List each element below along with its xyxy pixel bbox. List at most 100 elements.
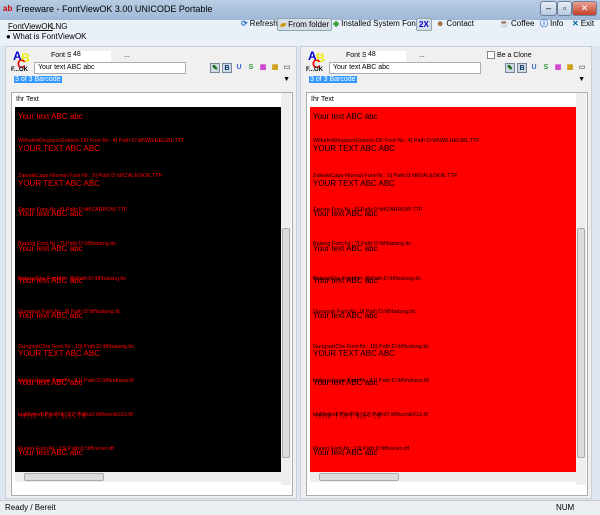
horizontal-scrollbar[interactable] xyxy=(310,472,578,482)
status-bar: Ready / Bereit NUM xyxy=(0,500,600,515)
exit-label: Exit xyxy=(580,19,595,28)
preview-canvas: Your text ABC abc WilhelmKlingsporGotisc… xyxy=(15,107,283,472)
coffee-icon: ☕ xyxy=(499,19,509,28)
contact-label: Contact xyxy=(446,19,474,28)
font-sample: Your text ABC abc xyxy=(313,378,378,387)
font-sample: Your text ABC abc xyxy=(18,112,83,121)
font-group-select[interactable]: 3 of 3 Barcode ▼ xyxy=(14,76,292,88)
print-button[interactable]: ▭ xyxy=(577,63,587,73)
dropdown-arrow-icon: ▼ xyxy=(283,76,290,83)
fonts-icon: ◈ xyxy=(333,19,340,28)
font-sample: Your text ABC abc xyxy=(18,448,83,457)
from-folder-button[interactable]: ▰ From folder xyxy=(277,18,333,31)
scroll-thumb[interactable] xyxy=(24,473,104,481)
what-is-link[interactable]: ● What is FontViewOK xyxy=(6,32,87,41)
font-size-more-button[interactable]: ... xyxy=(124,52,130,59)
installed-fonts-button[interactable]: ◈ Installed System Fonts xyxy=(331,18,424,31)
color-button[interactable]: ✎ xyxy=(210,63,220,73)
contact-icon: ☻ xyxy=(436,19,445,28)
font-sample: ᛃᛟᚢᚱ ᛏᛖᚦᛏ ᛒᛞᚲ ᚨᛒᚲ xyxy=(313,411,387,420)
right-panel: A B C F...OK Font Size : 48 ... Be a Clone Yo… xyxy=(300,46,592,499)
scroll-thumb[interactable] xyxy=(282,228,290,458)
what-is-label: What is FontViewOK xyxy=(12,32,87,41)
font-group-select[interactable]: 3 of 3 Barcode ▼ xyxy=(309,76,587,88)
font-sample: Your text ABC abc xyxy=(313,311,378,320)
info-icon: ⓘ xyxy=(540,19,548,28)
info-button[interactable]: ⓘ Info xyxy=(538,18,565,31)
font-sample: Your text ABC abc xyxy=(18,378,83,387)
exit-button[interactable]: ✕ Exit xyxy=(570,18,596,31)
font-size-input[interactable]: 48 xyxy=(366,51,406,62)
vertical-scrollbar[interactable] xyxy=(576,93,586,485)
background-color-button[interactable]: ▦ xyxy=(270,63,280,73)
maximize-button[interactable]: ▫ xyxy=(557,1,572,16)
horizontal-scrollbar[interactable] xyxy=(15,472,283,482)
left-panel: A B C F...OK Font Size : 48 ... Your text AB… xyxy=(5,46,297,499)
font-sample: YOUR TEXT ABC ABC xyxy=(18,144,100,153)
font-sample: Your text ABC abc xyxy=(313,276,378,285)
font-sample: Your text ABC abc xyxy=(18,311,83,320)
close-button[interactable]: ✕ xyxy=(572,1,597,16)
font-sample: YOUR TEXT ABC ABC xyxy=(313,349,395,358)
be-a-clone-checkbox[interactable]: Be a Clone xyxy=(487,51,532,59)
color-button[interactable]: ✎ xyxy=(505,63,515,73)
coffee-label: Coffee xyxy=(510,19,535,28)
strikeout-button[interactable]: S xyxy=(541,63,551,73)
dropdown-arrow-icon: ▼ xyxy=(578,76,585,83)
status-text: Ready / Bereit xyxy=(5,503,56,512)
font-sample: Your text ABC abc xyxy=(313,209,378,218)
font-sample: YOUR TEXT ABC ABC xyxy=(18,349,100,358)
preview-canvas: Your text ABC abc WilhelmKlingsporGotisc… xyxy=(310,107,578,472)
font-preview-list: Ihr Text Your text ABC abc WilhelmKlings… xyxy=(306,92,588,496)
globe-icon: ● xyxy=(6,32,11,41)
font-group-value: 3 of 3 Barcode xyxy=(14,76,62,83)
sample-text-input[interactable]: Your text ABC abc xyxy=(329,62,481,74)
font-sample: Your text ABC abc xyxy=(313,244,378,253)
font-size-more-button[interactable]: ... xyxy=(419,52,425,59)
refresh-button[interactable]: ⟳ Refresh xyxy=(239,18,280,31)
font-sample: Your text ABC abc xyxy=(18,244,83,253)
info-label: Info xyxy=(550,19,564,28)
menu-fontviewok[interactable]: FontViewOK xyxy=(8,22,53,31)
font-sample: Your text ABC abc xyxy=(18,209,83,218)
print-button[interactable]: ▭ xyxy=(282,63,292,73)
font-sample: Your text ABC abc xyxy=(18,276,83,285)
bold-button[interactable]: B xyxy=(517,63,527,73)
window-title: Freeware - FontViewOK 3.00 UNICODE Porta… xyxy=(16,4,213,14)
minimize-button[interactable]: – xyxy=(540,1,557,16)
font-sample: YOUR TEXT ABC ABC xyxy=(313,144,395,153)
text-color-button[interactable]: ▦ xyxy=(553,63,563,73)
list-header: Ihr Text xyxy=(311,96,334,103)
contact-button[interactable]: ☻ Contact xyxy=(434,18,476,31)
font-size-input[interactable]: 48 xyxy=(71,51,111,62)
app-icon: ab xyxy=(3,4,13,13)
vertical-scrollbar[interactable] xyxy=(281,93,291,485)
scroll-thumb[interactable] xyxy=(577,228,585,458)
menu-lng[interactable]: LNG xyxy=(51,22,67,31)
underline-button[interactable]: U xyxy=(529,63,539,73)
background-color-button[interactable]: ▦ xyxy=(565,63,575,73)
text-color-button[interactable]: ▦ xyxy=(258,63,268,73)
2x-button[interactable]: 2X xyxy=(416,18,432,31)
sample-text-input[interactable]: Your text ABC abc xyxy=(34,62,186,74)
strikeout-button[interactable]: S xyxy=(246,63,256,73)
font-sample: YOUR TEXT ABC ABC xyxy=(18,179,100,188)
bold-button[interactable]: B xyxy=(222,63,232,73)
num-indicator: NUM xyxy=(556,503,575,512)
font-group-value: 3 of 3 Barcode xyxy=(309,76,357,83)
coffee-button[interactable]: ☕ Coffee xyxy=(497,18,536,31)
be-a-clone-label: Be a Clone xyxy=(497,51,532,59)
underline-button[interactable]: U xyxy=(234,63,244,73)
title-bar: ab Freeware - FontViewOK 3.00 UNICODE Po… xyxy=(0,0,600,20)
font-sample: ᛃᛟᚢᚱ ᛏᛖᚦᛏ ᛒᛞᚲ ᚨᛒᚲ xyxy=(18,411,92,420)
refresh-label: Refresh xyxy=(249,19,278,28)
list-header: Ihr Text xyxy=(16,96,39,103)
from-folder-label: From folder xyxy=(288,20,330,29)
folder-icon: ▰ xyxy=(280,20,287,29)
refresh-icon: ⟳ xyxy=(241,19,248,28)
font-sample: Your text ABC abc xyxy=(313,112,378,121)
scroll-thumb[interactable] xyxy=(319,473,399,481)
installed-label: Installed System Fonts xyxy=(341,19,423,28)
font-sample: Your text ABC abc xyxy=(313,448,378,457)
menu-bar: FontViewOK LNG ● What is FontViewOK ⟳ Refr… xyxy=(0,18,600,46)
